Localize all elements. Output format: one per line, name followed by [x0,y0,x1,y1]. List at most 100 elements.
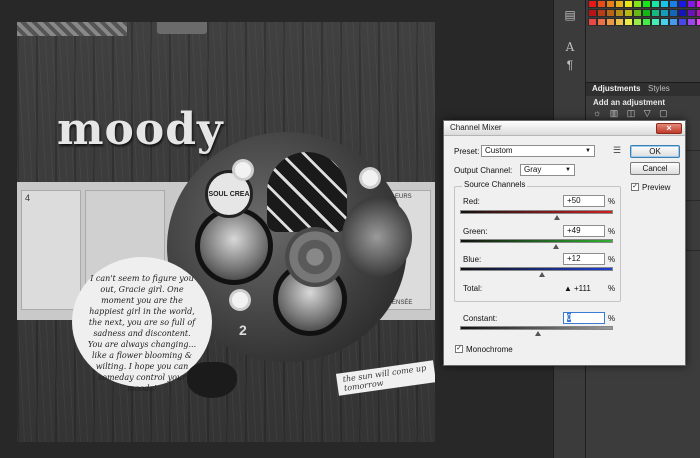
adjustment-icons-row[interactable]: ☼ ▥ ◫ ▽ ▢ [593,108,693,120]
rose-embellishment [285,227,345,287]
color-swatch[interactable] [696,18,700,26]
output-channel-value: Gray [524,165,542,174]
ok-button[interactable]: OK [630,145,680,158]
color-swatch[interactable] [687,9,696,17]
flower-card: 4 [21,190,81,310]
blue-value-input[interactable]: +12 [563,253,605,265]
color-swatch[interactable] [588,0,597,8]
color-swatch[interactable] [642,0,651,8]
red-slider-thumb[interactable] [553,215,560,220]
color-swatch[interactable] [615,0,624,8]
paragraph-icon[interactable]: ¶ [561,56,579,74]
swatches-panel[interactable] [588,0,700,72]
blue-slider-thumb[interactable] [539,272,546,277]
red-slider[interactable] [460,210,613,220]
dialog-titlebar[interactable]: Channel Mixer × [444,121,685,136]
color-swatch[interactable] [633,0,642,8]
color-swatch[interactable] [597,9,606,17]
preset-value: Custom [485,146,513,155]
constant-value-input[interactable]: 0 [563,312,605,324]
preset-options-icon[interactable]: ☰ [613,145,623,155]
color-swatch[interactable] [678,0,687,8]
color-swatch[interactable] [660,0,669,8]
output-channel-select[interactable]: Gray ▼ [520,164,575,176]
red-label: Red: [463,197,480,206]
blue-slider[interactable] [460,267,613,277]
preset-select[interactable]: Custom ▼ [481,145,595,157]
color-swatch[interactable] [660,18,669,26]
blue-label: Blue: [463,255,482,264]
monochrome-label: Monochrome [466,345,513,354]
flower-embellishment [235,162,251,178]
color-swatch[interactable] [687,0,696,8]
card-number: 4 [25,193,31,203]
color-swatch[interactable] [687,18,696,26]
tab-adjustments[interactable]: Adjustments [592,84,640,93]
color-swatch[interactable] [633,18,642,26]
red-value-input[interactable]: +50 [563,195,605,207]
percent-sign: % [608,314,616,323]
green-slider-thumb[interactable] [553,244,560,249]
color-swatch[interactable] [606,0,615,8]
color-swatch[interactable] [624,0,633,8]
color-swatch[interactable] [669,9,678,17]
color-swatch[interactable] [597,0,606,8]
date-number: 2 [239,322,247,338]
color-swatch[interactable] [624,9,633,17]
butterfly-embellishment [187,362,237,398]
color-swatch[interactable] [642,9,651,17]
flower-embellishment [232,292,248,308]
cancel-button[interactable]: Cancel [630,162,680,175]
color-swatch[interactable] [624,18,633,26]
color-swatch[interactable] [696,9,700,17]
color-swatch[interactable] [651,0,660,8]
child-photo-left [195,207,273,285]
tab-styles[interactable]: Styles [648,84,670,93]
button-embellishment [157,22,207,34]
constant-label: Constant: [463,314,498,323]
add-adjustment-label: Add an adjustment [593,98,666,107]
color-swatch[interactable] [606,18,615,26]
preset-label: Preset: [454,147,480,156]
color-swatch[interactable] [696,0,700,8]
green-slider[interactable] [460,239,613,249]
color-swatch[interactable] [588,9,597,17]
scrapbook-canvas[interactable]: moody 4 FLEURS PENSÉE SOUL CREA I can't … [17,22,435,442]
warning-icon: ▲ [564,284,572,293]
monochrome-checkbox[interactable]: ✓ [455,345,463,353]
chevron-down-icon: ▼ [565,167,571,173]
color-swatch[interactable] [678,18,687,26]
color-swatch[interactable] [678,9,687,17]
source-channels-title: Source Channels [462,180,528,189]
constant-value: 0 [567,313,572,322]
preview-label: Preview [642,183,671,192]
percent-sign: % [608,197,616,206]
character-icon[interactable]: A [561,38,579,56]
color-swatch[interactable] [669,18,678,26]
color-swatch[interactable] [651,18,660,26]
preview-checkbox[interactable]: ✓ [631,183,639,191]
dialog-title: Channel Mixer [450,123,502,132]
color-swatch[interactable] [660,9,669,17]
color-swatch[interactable] [606,9,615,17]
output-channel-label: Output Channel: [454,166,513,175]
channel-mixer-dialog: Channel Mixer × Preset: Custom ▼ ☰ Outpu… [443,120,686,366]
total-label: Total: [463,284,483,293]
color-swatch[interactable] [642,18,651,26]
constant-slider-thumb[interactable] [534,331,541,336]
green-value-input[interactable]: +49 [563,225,605,237]
color-swatch[interactable] [588,18,597,26]
color-swatch[interactable] [669,0,678,8]
color-swatch[interactable] [597,18,606,26]
close-icon[interactable]: × [656,123,682,134]
history-icon[interactable]: ▤ [561,6,579,24]
layout-title-word: moody [57,104,224,155]
percent-sign: % [608,227,616,236]
percent-sign: % [608,284,616,293]
color-swatch[interactable] [615,9,624,17]
color-swatch[interactable] [633,9,642,17]
constant-slider[interactable] [460,326,613,336]
adjustments-tab-bar: Adjustments Styles [586,82,700,96]
color-swatch[interactable] [615,18,624,26]
color-swatch[interactable] [651,9,660,17]
